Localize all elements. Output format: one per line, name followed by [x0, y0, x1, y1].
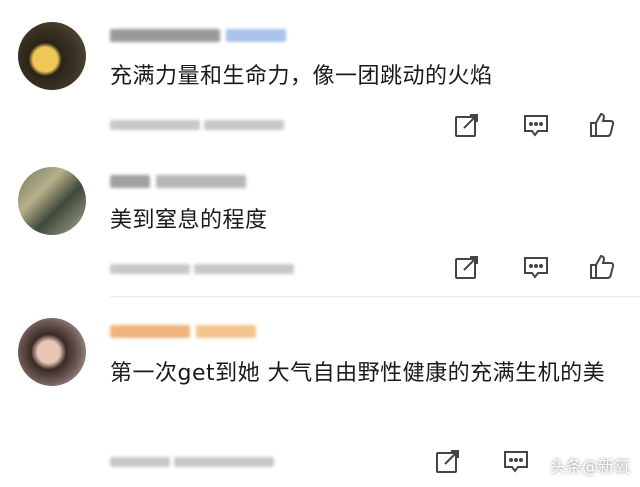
thumbs-up-icon [590, 254, 615, 279]
watermark: 头条@新氧 [550, 453, 630, 477]
share-icon [455, 114, 478, 137]
comment-3: 第一次get到她 大气自由野性健康的充满生机的美 [0, 300, 640, 487]
reply-icon [524, 257, 548, 279]
comment-actions [0, 110, 640, 140]
comment-actions [0, 252, 640, 282]
comment-text: 充满力量和生命力，像一团跳动的火焰 [110, 64, 493, 89]
avatar[interactable] [18, 318, 86, 386]
reply-button[interactable] [521, 252, 551, 282]
share-button[interactable] [452, 110, 482, 140]
username[interactable] [110, 322, 256, 340]
comment-1: 充满力量和生命力，像一团跳动的火焰 [0, 0, 640, 150]
reply-button[interactable] [501, 446, 531, 476]
avatar[interactable] [18, 22, 86, 90]
username[interactable] [110, 172, 246, 190]
username[interactable] [110, 26, 286, 44]
like-button[interactable] [587, 110, 617, 140]
comment-actions [0, 446, 640, 476]
share-icon [436, 450, 459, 473]
like-button[interactable] [587, 252, 617, 282]
share-button[interactable] [452, 252, 482, 282]
share-button[interactable] [433, 446, 463, 476]
reply-button[interactable] [521, 110, 551, 140]
watermark-label: 头条@新氧 [549, 457, 630, 476]
divider [110, 296, 640, 297]
comment-2: 美到窒息的程度 [0, 150, 640, 300]
reply-icon [504, 451, 528, 473]
reply-icon [524, 115, 548, 137]
share-icon [455, 256, 478, 279]
avatar[interactable] [18, 167, 86, 235]
comment-text: 第一次get到她 大气自由野性健康的充满生机的美 [110, 361, 606, 386]
thumbs-up-icon [590, 112, 615, 137]
comment-text: 美到窒息的程度 [110, 208, 268, 233]
